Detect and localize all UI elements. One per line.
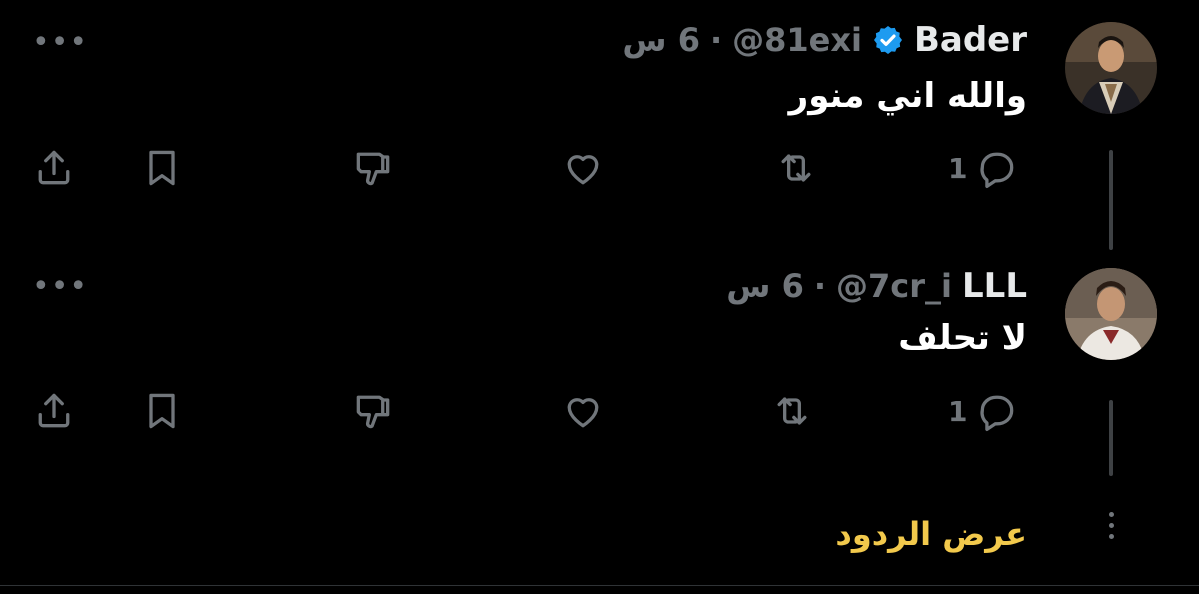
timestamp[interactable]: 6 س [726, 267, 804, 305]
dislike-button[interactable] [351, 389, 395, 433]
more-icon[interactable]: ••• [32, 28, 88, 58]
more-icon[interactable]: ••• [32, 272, 88, 302]
share-button[interactable] [32, 389, 76, 433]
divider [0, 585, 1199, 586]
avatar[interactable] [1065, 268, 1157, 360]
verified-icon [873, 26, 902, 54]
share-button[interactable] [32, 146, 76, 190]
separator: · [813, 267, 827, 305]
bookmark-button[interactable] [140, 146, 184, 190]
retweet-icon [781, 154, 811, 182]
reply-count: 1 [948, 151, 968, 185]
reply-button[interactable]: 1 [948, 146, 1019, 190]
tweet-text: والله اني منور [788, 76, 1027, 116]
tweet-text: لا تحلف [898, 318, 1027, 358]
like-icon [567, 398, 599, 428]
like-icon [567, 155, 599, 185]
like-button[interactable] [561, 146, 605, 190]
tweet-header: Bader @81exi · 6 س [622, 18, 1027, 62]
timestamp[interactable]: 6 س [622, 21, 700, 59]
separator: · [709, 21, 723, 59]
dislike-icon [356, 395, 390, 429]
avatar-photo [1065, 22, 1157, 114]
reply-icon [980, 395, 1014, 431]
retweet-button[interactable] [774, 146, 818, 190]
thread-line [1109, 150, 1113, 250]
like-button[interactable] [561, 389, 605, 433]
dislike-button[interactable] [351, 146, 395, 190]
tweet-header: LLL @7cr_i · 6 س [726, 264, 1027, 308]
display-name[interactable]: Bader [914, 20, 1027, 60]
reply-button[interactable]: 1 [948, 389, 1019, 433]
bookmark-button[interactable] [140, 389, 184, 433]
bookmark-icon [149, 150, 175, 186]
share-icon [38, 150, 70, 185]
retweet-icon [777, 397, 807, 425]
show-replies-link[interactable]: عرض الردود [835, 515, 1027, 553]
avatar[interactable] [1065, 22, 1157, 114]
retweet-button[interactable] [770, 389, 814, 433]
share-icon [38, 393, 70, 428]
thread-dots-icon [1104, 512, 1118, 539]
display-name[interactable]: LLL [962, 266, 1027, 306]
dislike-icon [356, 152, 390, 186]
avatar-photo [1065, 268, 1157, 360]
bookmark-icon [149, 393, 175, 429]
reply-count: 1 [948, 394, 968, 428]
handle[interactable]: @7cr_i [836, 267, 952, 305]
handle[interactable]: @81exi [732, 21, 862, 59]
reply-icon [980, 152, 1014, 188]
thread-line [1109, 400, 1113, 476]
